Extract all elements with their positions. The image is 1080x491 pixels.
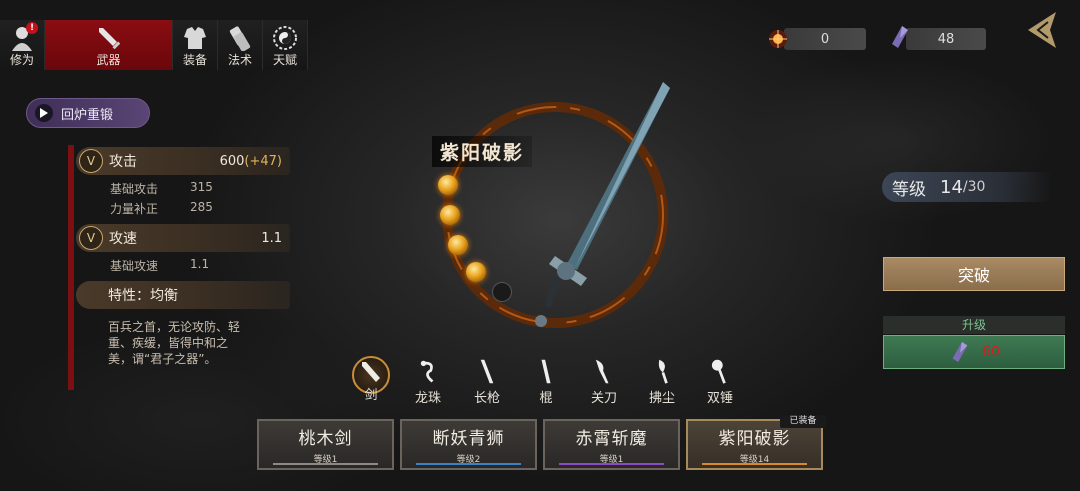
upgrade-cost: 60	[982, 344, 1000, 360]
stat-label: 基础攻速	[110, 259, 159, 273]
guandao-icon	[595, 359, 609, 384]
whisk-icon	[658, 359, 668, 384]
sword-icon	[98, 28, 120, 50]
weapon-type-whisk[interactable]: 拂尘	[642, 358, 682, 406]
star-orb-filled	[438, 175, 458, 195]
stat-label: 基础攻击	[110, 182, 159, 196]
upgrade-label: 升级	[883, 316, 1065, 334]
tab-label: 武器	[96, 53, 121, 67]
hammer-icon	[711, 359, 726, 384]
weapon-description: 百兵之首，无论攻防、轻重、疾缓，皆得中和之美，谓“君子之器”。	[108, 320, 241, 366]
stat-label: 攻速	[109, 231, 137, 247]
weapon-card[interactable]: 断妖青狮 等级2	[400, 419, 537, 470]
weapon-type-staff[interactable]: 棍	[526, 358, 566, 406]
star-orb-filled	[448, 235, 468, 255]
dragon-icon	[420, 360, 434, 383]
star-orb-empty	[492, 282, 512, 302]
weapon-card-name: 断妖青狮	[432, 429, 505, 449]
resource-crystal: 48	[906, 28, 986, 50]
top-tab-bar: ! 修为 武器 装备 法术 天赋	[0, 20, 308, 70]
chevron-down-icon: V	[79, 149, 103, 173]
weapon-type-label: 关刀	[590, 391, 617, 406]
weapon-name: 紫阳破影	[432, 136, 533, 167]
staff-icon	[541, 359, 551, 384]
star-orb-filled	[466, 262, 486, 282]
scroll-icon	[229, 26, 251, 51]
rarity-line	[273, 463, 378, 465]
stat-value: 600(+47)	[219, 153, 282, 169]
tab-weapon[interactable]: 武器	[45, 20, 173, 70]
equipped-badge: 已装备	[780, 415, 826, 428]
stat-speed-row[interactable]: V 攻速 1.1	[76, 224, 290, 252]
stat-trait-row: 特性：均衡	[76, 281, 290, 309]
weapon-type-dragon-orb[interactable]: 龙珠	[408, 358, 448, 406]
stat-panel-accent	[68, 145, 74, 390]
weapon-type-label: 龙珠	[414, 391, 441, 406]
resource-fire-orb: 0	[784, 28, 866, 50]
breakthrough-button[interactable]: 突破	[883, 257, 1065, 291]
recast-button[interactable]: 回炉重锻	[26, 98, 150, 128]
recast-label: 回炉重锻	[61, 107, 114, 123]
weapon-card-name: 桃木剑	[298, 429, 353, 449]
collapse-menu-icon[interactable]	[1022, 10, 1058, 50]
tab-cultivation[interactable]: ! 修为	[0, 20, 45, 70]
taiji-icon	[273, 26, 297, 50]
level-display: 等级 14 /30	[882, 172, 1052, 202]
rarity-line	[416, 463, 521, 465]
tab-label: 天赋	[272, 53, 297, 67]
resource-value: 48	[937, 31, 955, 47]
level-current: 14	[940, 176, 963, 198]
stat-label: 攻击	[109, 154, 137, 170]
tab-label: 法术	[227, 53, 252, 67]
play-icon	[35, 104, 53, 122]
weapon-type-sword[interactable]: 剑	[351, 356, 391, 406]
spear-icon	[480, 359, 494, 384]
purple-crystal-icon	[892, 26, 908, 48]
weapon-card[interactable]: 赤霄斩魔 等级1	[543, 419, 680, 470]
star-orb-filled	[440, 205, 460, 225]
weapon-card[interactable]: 桃木剑 等级1	[257, 419, 394, 470]
tab-spells[interactable]: 法术	[218, 20, 263, 70]
tab-label: 修为	[9, 53, 34, 67]
resource-value: 0	[820, 31, 830, 47]
chevron-down-icon: V	[79, 226, 103, 250]
weapon-card-name: 赤霄斩魔	[575, 429, 648, 449]
upgrade-button[interactable]: 60	[883, 335, 1065, 369]
rarity-line	[702, 463, 807, 465]
weapon-type-spear[interactable]: 长枪	[467, 358, 507, 406]
purple-crystal-icon	[952, 341, 968, 363]
stat-attack-row[interactable]: V 攻击 600(+47)	[76, 147, 290, 175]
tab-talent[interactable]: 天赋	[263, 20, 308, 70]
stat-value: 315	[190, 180, 213, 194]
alert-badge: !	[26, 22, 38, 34]
stat-value: 1.1	[190, 257, 210, 271]
level-label: 等级	[892, 179, 926, 200]
rarity-line	[559, 463, 664, 465]
weapon-type-label: 剑	[364, 388, 378, 403]
weapon-card-name: 紫阳破影	[718, 429, 791, 449]
armor-icon	[184, 27, 206, 49]
weapon-type-hammers[interactable]: 双锤	[700, 358, 740, 406]
tab-equipment[interactable]: 装备	[173, 20, 218, 70]
weapon-type-label: 棍	[539, 391, 553, 406]
trait-label: 特性：均衡	[108, 288, 178, 304]
sword-artwork	[535, 82, 670, 327]
stat-value: 1.1	[261, 230, 282, 246]
tab-label: 装备	[182, 53, 207, 67]
stat-label: 力量补正	[110, 202, 159, 216]
fire-orb-icon	[769, 30, 787, 48]
weapon-type-label: 拂尘	[648, 391, 675, 406]
weapon-type-label: 双锤	[706, 391, 733, 406]
stat-value: 285	[190, 200, 213, 214]
weapon-type-guandao[interactable]: 关刀	[584, 358, 624, 406]
weapon-type-label: 长枪	[473, 391, 500, 406]
level-max: /30	[962, 179, 986, 195]
